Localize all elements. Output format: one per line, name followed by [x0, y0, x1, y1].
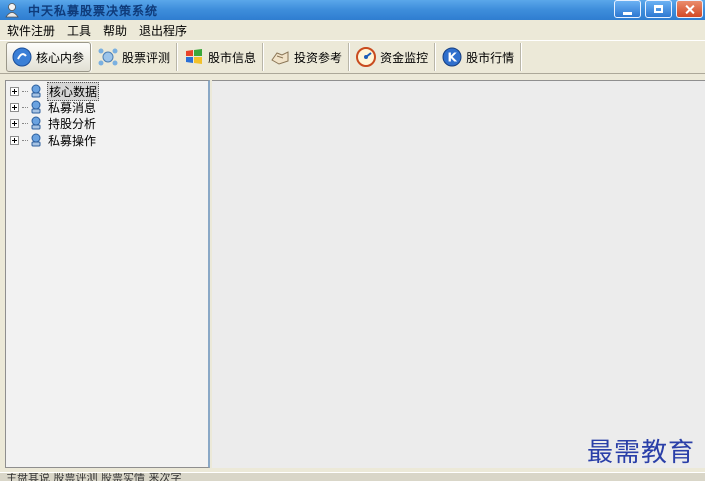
- blue-circle-icon: [12, 47, 32, 67]
- tree-node-label: 私募操作: [48, 133, 97, 148]
- hand-icon: [271, 51, 289, 65]
- toolbar: 核心内参 股票评测 股市信息 投资参考 资金监控 K 股市行情: [0, 40, 705, 74]
- window-title: 中天私募股票决策系统: [28, 3, 159, 18]
- person-app-icon: [5, 3, 19, 18]
- windows-flag-icon: [186, 49, 203, 64]
- toolbar-label: 资金监控: [380, 50, 429, 65]
- menu-tools[interactable]: 工具: [61, 22, 97, 39]
- tree-node-holding-analysis[interactable]: 持股分析: [10, 115, 97, 131]
- toolbar-label: 股市信息: [208, 50, 257, 65]
- expand-icon[interactable]: [10, 102, 19, 112]
- globe-person-icon: [31, 133, 41, 147]
- menu-help[interactable]: 帮助: [97, 22, 133, 39]
- expand-icon[interactable]: [10, 86, 19, 96]
- toolbar-label: 股票评测: [122, 50, 171, 65]
- expand-icon[interactable]: [10, 135, 19, 145]
- globe-person-icon: [31, 100, 41, 114]
- toolbar-market-quotes-button[interactable]: K 股市行情: [437, 43, 522, 71]
- tree-node-label: 持股分析: [48, 116, 97, 131]
- expand-icon[interactable]: [10, 118, 19, 128]
- toolbar-label: 核心内参: [36, 50, 85, 65]
- globe-person-icon: [31, 84, 41, 98]
- menu-register[interactable]: 软件注册: [0, 22, 61, 39]
- main-area: 核心数据 私募消息 持股分析 私募操作: [0, 80, 705, 472]
- toolbar-stock-evaluation-button[interactable]: 股票评测: [93, 43, 178, 71]
- tree-node-private-news[interactable]: 私募消息: [10, 99, 97, 115]
- watermark: 最需教育: [586, 438, 695, 468]
- close-button[interactable]: [676, 0, 703, 18]
- toolbar-market-info-button[interactable]: 股市信息: [179, 43, 264, 71]
- toolbar-investment-reference-button[interactable]: 投资参考: [265, 43, 350, 71]
- content-panel: [212, 80, 705, 468]
- toolbar-fund-monitor-button[interactable]: 资金监控: [351, 43, 436, 71]
- tree-node-core-data[interactable]: 核心数据: [10, 81, 100, 101]
- k-circle-icon: K: [442, 47, 462, 67]
- menu-bar: 软件注册 工具 帮助 退出程序: [0, 20, 705, 40]
- toolbar-label: 投资参考: [294, 50, 343, 65]
- toolbar-label: 股市行情: [466, 50, 515, 65]
- tree-node-label: 私募消息: [48, 100, 97, 115]
- toolbar-core-reference-button[interactable]: 核心内参: [6, 42, 92, 72]
- globe-person-icon: [31, 116, 41, 130]
- maximize-button[interactable]: [645, 0, 672, 18]
- menu-exit[interactable]: 退出程序: [133, 22, 193, 39]
- tree-node-private-operations[interactable]: 私募操作: [10, 132, 97, 148]
- svg-text:K: K: [448, 51, 458, 65]
- network-icon: [98, 48, 118, 66]
- minimize-button[interactable]: [614, 0, 641, 18]
- tree-panel: 核心数据 私募消息 持股分析 私募操作: [5, 80, 210, 468]
- title-bar: 中天私募股票决策系统: [0, 0, 705, 20]
- gauge-icon: [356, 47, 377, 67]
